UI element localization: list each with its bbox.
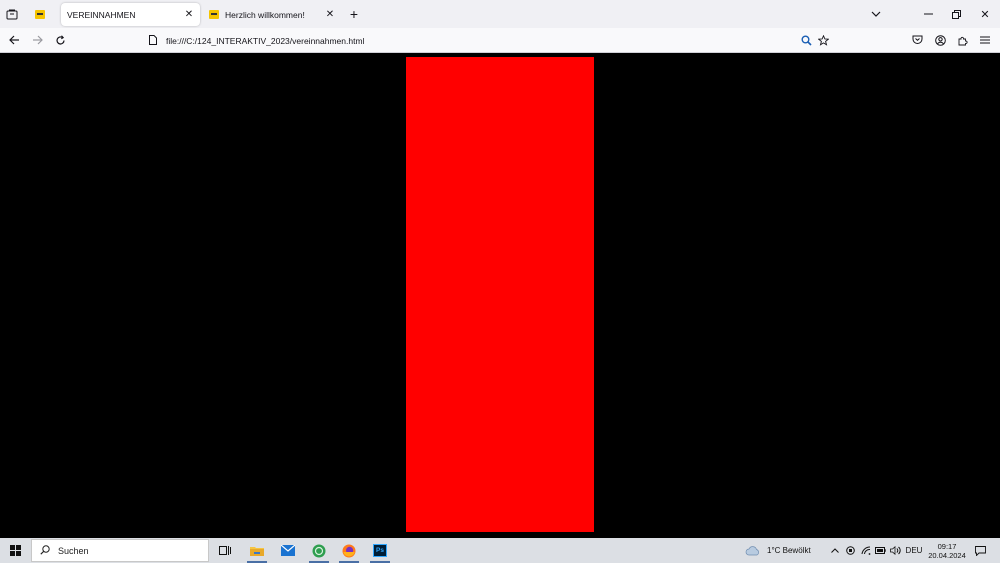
mail-icon[interactable] — [276, 538, 300, 563]
account-icon[interactable] — [932, 32, 948, 48]
forward-arrow-icon[interactable] — [29, 32, 45, 48]
battery-icon[interactable] — [874, 538, 887, 563]
windows-taskbar: Suchen Ps 1°C Bewölkt DEU 09:17 20.04.20… — [0, 538, 1000, 563]
task-view-icon[interactable] — [213, 538, 237, 563]
tab-overview-icon[interactable] — [4, 6, 20, 22]
url-text[interactable]: file:///C:/124_INTERAKTIV_2023/vereinnah… — [166, 36, 364, 46]
clock[interactable]: 09:17 20.04.2024 — [927, 538, 967, 563]
close-tab-icon[interactable]: ✕ — [323, 9, 337, 20]
close-tab-icon[interactable]: ✕ — [182, 9, 196, 20]
search-magnifier-icon — [40, 544, 50, 557]
tab-label: VEREINNAHMEN — [67, 9, 136, 20]
extensions-icon[interactable] — [955, 32, 971, 48]
pinned-tab-favicon[interactable] — [31, 6, 49, 22]
tab-bar: VEREINNAHMEN ✕ Herzlich willkommen! ✕ + … — [0, 0, 1000, 28]
address-bar[interactable]: file:///C:/124_INTERAKTIV_2023/vereinnah… — [143, 31, 833, 50]
clock-date: 20.04.2024 — [928, 550, 966, 560]
close-window-icon[interactable]: ✕ — [977, 6, 993, 22]
restore-icon[interactable] — [948, 6, 964, 22]
reload-icon[interactable] — [52, 32, 68, 48]
back-arrow-icon[interactable] — [6, 32, 22, 48]
volume-speaker-icon[interactable] — [889, 538, 902, 563]
cloud-icon — [745, 545, 759, 555]
page-content — [0, 53, 1000, 538]
page-info-icon[interactable] — [149, 34, 159, 47]
list-tabs-chevron-icon[interactable] — [868, 6, 884, 22]
weather-widget[interactable]: 1°C Bewölkt — [745, 538, 820, 563]
menu-hamburger-icon[interactable] — [977, 32, 993, 48]
pocket-icon[interactable] — [909, 32, 925, 48]
new-tab-icon[interactable]: + — [346, 6, 362, 22]
bookmark-star-icon[interactable] — [815, 32, 831, 48]
taskbar-search-box[interactable]: Suchen — [31, 539, 209, 562]
red-rectangle — [406, 57, 594, 532]
clock-time: 09:17 — [937, 541, 957, 551]
notification-center-icon[interactable] — [971, 538, 989, 563]
search-placeholder: Suchen — [58, 545, 89, 556]
navigation-toolbar: file:///C:/124_INTERAKTIV_2023/vereinnah… — [0, 28, 1000, 53]
tab-favicon — [209, 10, 219, 19]
minimize-icon[interactable] — [920, 6, 936, 22]
weather-text: 1°C Bewölkt — [767, 546, 811, 555]
meet-now-icon[interactable] — [844, 538, 856, 563]
tab-vereinnahmen[interactable]: VEREINNAHMEN ✕ — [61, 3, 200, 26]
search-icon[interactable] — [798, 32, 814, 48]
photoshop-label: Ps — [373, 544, 387, 557]
tray-chevron-up-icon[interactable] — [829, 538, 841, 563]
photoshop-icon[interactable]: Ps — [368, 538, 392, 563]
network-wifi-icon[interactable] — [859, 538, 872, 563]
file-explorer-icon[interactable] — [245, 538, 269, 563]
tab-herzlich-willkommen[interactable]: Herzlich willkommen! ✕ — [202, 3, 341, 26]
green-app-icon[interactable] — [307, 538, 331, 563]
tab-label: Herzlich willkommen! — [225, 9, 305, 20]
input-language[interactable]: DEU — [905, 538, 923, 563]
firefox-icon[interactable] — [337, 538, 361, 563]
start-windows-icon[interactable] — [4, 538, 26, 563]
